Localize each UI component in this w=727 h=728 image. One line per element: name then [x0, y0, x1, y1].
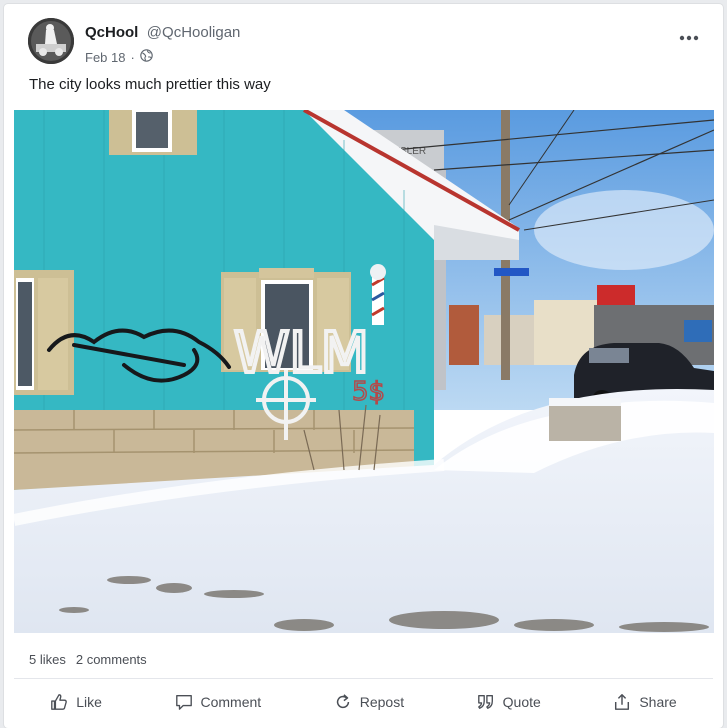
author-handle[interactable]: @QcHooligan [147, 24, 241, 41]
comments-count[interactable]: 2 comments [76, 652, 147, 667]
meta-separator: · [130, 49, 135, 65]
globe-icon [140, 49, 153, 65]
like-icon [51, 694, 68, 710]
author-names: QcHool @QcHooligan [85, 24, 240, 42]
post-meta: Feb 18 · [85, 49, 153, 65]
avatar[interactable] [28, 18, 74, 64]
more-icon [679, 35, 699, 41]
quote-icon [477, 695, 493, 709]
share-button[interactable]: Share [603, 687, 686, 717]
graffiti-tag: WLM [234, 321, 369, 386]
post-text: The city looks much prettier this way [29, 76, 271, 93]
post-photo[interactable]: CHRYSLER [14, 110, 714, 633]
post-card: QcHool @QcHooligan Feb 18 · The city loo… [4, 4, 723, 728]
action-bar: Like Comment Repost Quote Share [14, 684, 713, 720]
repost-button[interactable]: Repost [324, 687, 414, 717]
share-icon [615, 694, 630, 710]
likes-count[interactable]: 5 likes [29, 652, 66, 667]
comment-label: Comment [200, 694, 262, 710]
comment-icon [175, 695, 192, 710]
repost-icon [336, 694, 349, 709]
quote-label: Quote [502, 694, 541, 710]
post-stats: 5 likes 2 comments [29, 652, 147, 667]
repost-label: Repost [359, 694, 405, 710]
post-header: QcHool @QcHooligan Feb 18 · [28, 18, 708, 68]
share-label: Share [639, 694, 677, 710]
divider [14, 678, 713, 679]
comment-button[interactable]: Comment [165, 687, 272, 717]
post-date[interactable]: Feb 18 [85, 50, 125, 65]
like-button[interactable]: Like [40, 687, 112, 717]
graffiti-sub: 5$ [352, 377, 385, 407]
quote-button[interactable]: Quote [467, 687, 551, 717]
like-label: Like [76, 694, 102, 710]
more-options-button[interactable] [674, 26, 704, 50]
author-display-name[interactable]: QcHool [85, 24, 138, 41]
photo-illustration: CHRYSLER [14, 110, 714, 633]
